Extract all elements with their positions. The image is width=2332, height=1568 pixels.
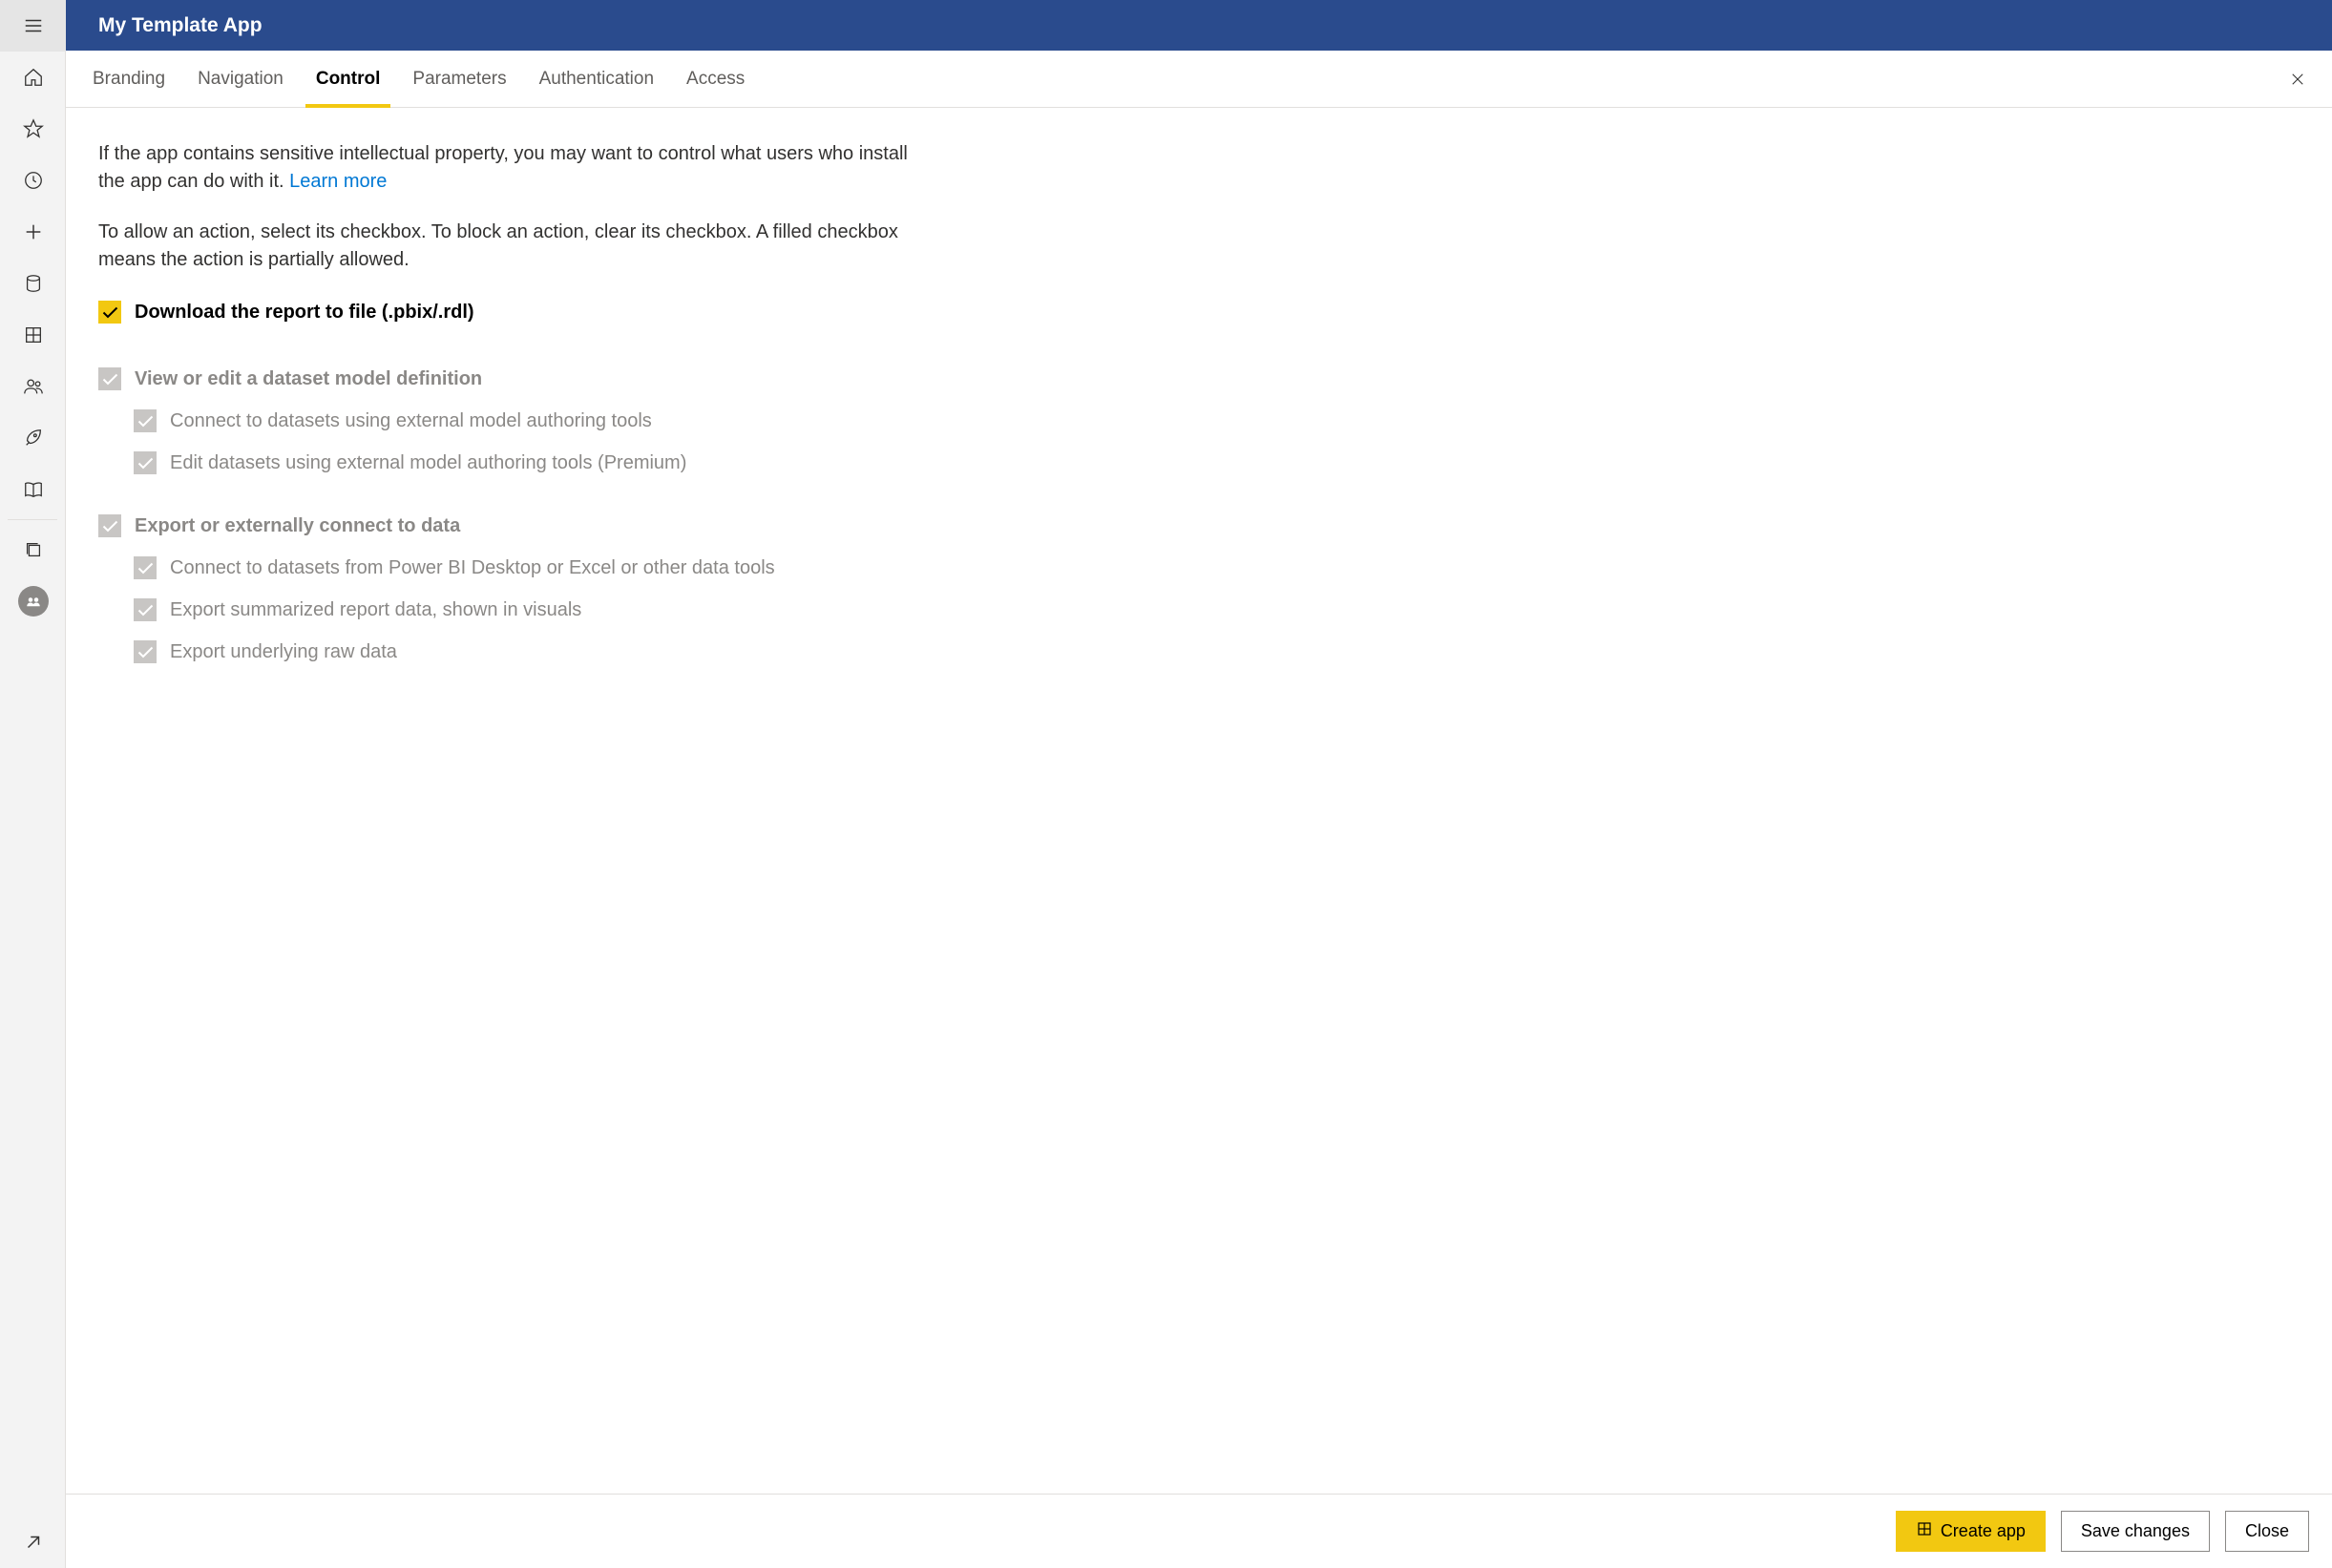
add-icon[interactable] xyxy=(0,206,66,258)
tab-access[interactable]: Access xyxy=(670,51,761,108)
option-export-label: Export or externally connect to data xyxy=(135,514,460,537)
tab-control[interactable]: Control xyxy=(300,51,397,108)
checkbox-view-model-child-1 xyxy=(134,451,157,474)
content-pane: If the app contains sensitive intellectu… xyxy=(66,108,2332,1494)
checkbox-download[interactable] xyxy=(98,301,121,324)
option-view-model-label: View or edit a dataset model definition xyxy=(135,367,482,390)
people-icon[interactable] xyxy=(0,361,66,412)
option-view-model-child-1-label: Edit datasets using external model autho… xyxy=(170,451,686,474)
book-icon[interactable] xyxy=(0,464,66,515)
learn-more-link[interactable]: Learn more xyxy=(289,171,387,192)
create-app-button[interactable]: Create app xyxy=(1896,1511,2046,1552)
copy-icon[interactable] xyxy=(0,524,66,575)
option-view-model-child-0: Connect to datasets using external model… xyxy=(134,409,2300,432)
option-view-model-child-0-label: Connect to datasets using external model… xyxy=(170,409,652,432)
home-icon[interactable] xyxy=(0,52,66,103)
option-view-model: View or edit a dataset model definition xyxy=(98,367,2300,390)
close-icon[interactable] xyxy=(2279,60,2317,98)
header-title: My Template App xyxy=(98,14,263,37)
star-icon[interactable] xyxy=(0,103,66,155)
grid-icon[interactable] xyxy=(0,309,66,361)
tab-authentication[interactable]: Authentication xyxy=(523,51,670,108)
option-export-child-1-label: Export summarized report data, shown in … xyxy=(170,598,581,621)
header-bar: My Template App xyxy=(66,0,2332,51)
option-download: Download the report to file (.pbix/.rdl) xyxy=(98,301,2300,324)
option-export-child-0: Connect to datasets from Power BI Deskto… xyxy=(134,556,2300,579)
option-view-model-child-1: Edit datasets using external model autho… xyxy=(134,451,2300,474)
option-download-label: Download the report to file (.pbix/.rdl) xyxy=(135,301,474,324)
intro-text-2: To allow an action, select its checkbox.… xyxy=(98,219,910,274)
open-external-icon[interactable] xyxy=(0,1516,66,1568)
checkbox-view-model xyxy=(98,367,121,390)
close-button[interactable]: Close xyxy=(2225,1511,2309,1552)
database-icon[interactable] xyxy=(0,258,66,309)
checkbox-export xyxy=(98,514,121,537)
footer-bar: Create app Save changes Close xyxy=(66,1494,2332,1568)
main-area: My Template App Branding Navigation Cont… xyxy=(66,0,2332,1568)
tab-branding[interactable]: Branding xyxy=(76,51,181,108)
option-export: Export or externally connect to data xyxy=(98,514,2300,537)
option-export-child-0-label: Connect to datasets from Power BI Deskto… xyxy=(170,556,775,579)
option-export-child-2-label: Export underlying raw data xyxy=(170,640,397,663)
save-changes-button[interactable]: Save changes xyxy=(2061,1511,2210,1552)
workspace-avatar-icon[interactable] xyxy=(0,575,66,627)
divider xyxy=(8,519,57,520)
tab-navigation[interactable]: Navigation xyxy=(181,51,300,108)
checkbox-export-child-1 xyxy=(134,598,157,621)
tab-parameters[interactable]: Parameters xyxy=(396,51,522,108)
rocket-icon[interactable] xyxy=(0,412,66,464)
create-app-label: Create app xyxy=(1941,1521,2026,1541)
checkbox-export-child-0 xyxy=(134,556,157,579)
grid-icon xyxy=(1916,1520,1933,1542)
checkbox-view-model-child-0 xyxy=(134,409,157,432)
left-nav xyxy=(0,0,66,1568)
tab-strip: Branding Navigation Control Parameters A… xyxy=(66,51,2332,108)
option-export-child-2: Export underlying raw data xyxy=(134,640,2300,663)
clock-icon[interactable] xyxy=(0,155,66,206)
checkbox-export-child-2 xyxy=(134,640,157,663)
option-export-child-1: Export summarized report data, shown in … xyxy=(134,598,2300,621)
intro-text-1: If the app contains sensitive intellectu… xyxy=(98,140,910,196)
hamburger-icon[interactable] xyxy=(0,0,66,52)
